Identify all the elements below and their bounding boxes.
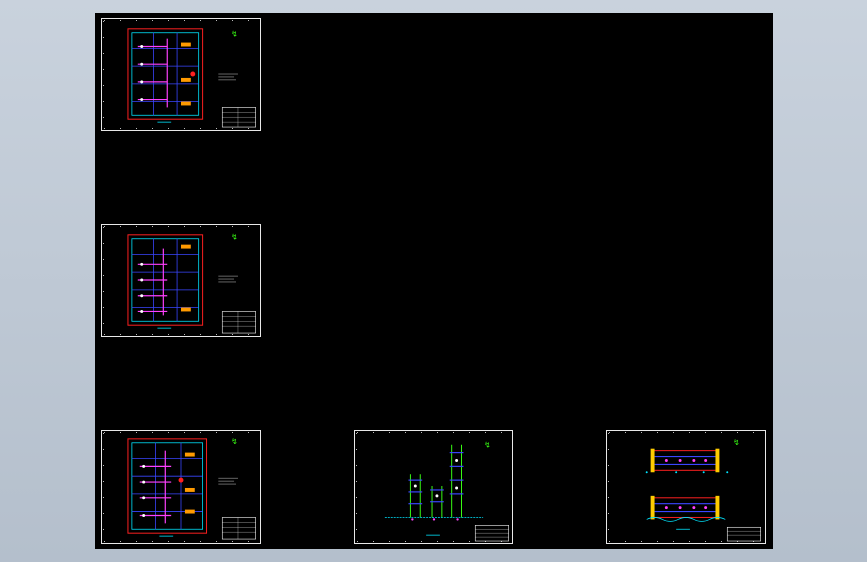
- cad-model-space[interactable]: ↯ ↯ ↯ ↯ ↯: [95, 13, 773, 549]
- svg-text:↯: ↯: [733, 438, 740, 447]
- svg-text:↯: ↯: [484, 441, 491, 450]
- plan-drawing: ↯: [127, 233, 256, 334]
- plan-sheet-1[interactable]: ↯: [101, 18, 261, 131]
- svg-text:↯: ↯: [231, 30, 238, 39]
- elevation-drawing: ↯: [384, 441, 509, 542]
- elevation-sheet[interactable]: ↯: [354, 430, 513, 544]
- plan-drawing: ↯: [127, 28, 256, 128]
- svg-text:↯: ↯: [231, 233, 238, 242]
- section-drawing: ↯: [645, 438, 761, 542]
- svg-text:↯: ↯: [231, 437, 238, 446]
- section-sheet[interactable]: ↯: [606, 430, 766, 544]
- plan-drawing: ↯: [127, 437, 256, 540]
- plan-sheet-3[interactable]: ↯: [101, 430, 261, 544]
- plan-sheet-2[interactable]: ↯: [101, 224, 261, 337]
